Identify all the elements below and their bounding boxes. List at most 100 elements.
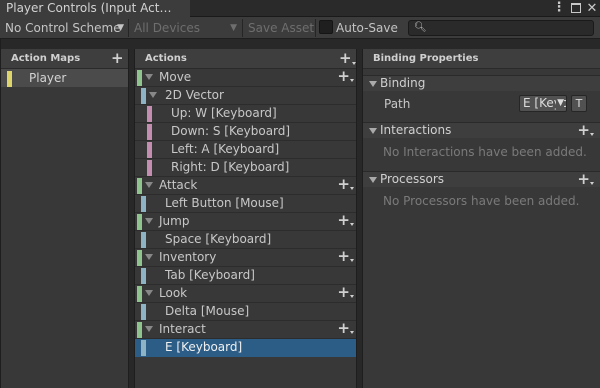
chevron-down-icon: ▼ xyxy=(230,23,237,33)
text-mode-button[interactable]: T xyxy=(571,95,587,112)
foldout-arrow-icon[interactable] xyxy=(149,92,157,98)
foldout-arrow-icon xyxy=(369,177,377,183)
add-binding-button[interactable]: + xyxy=(337,284,354,300)
add-binding-button[interactable]: + xyxy=(337,248,354,264)
actions-header: Actions + xyxy=(135,49,356,69)
row-color-bar xyxy=(147,124,152,140)
devices-dropdown[interactable]: All Devices ▼ xyxy=(129,18,241,38)
action-row[interactable]: Jump + xyxy=(135,212,356,231)
row-color-bar xyxy=(147,106,152,122)
devices-label: All Devices xyxy=(134,21,200,35)
binding-section-header[interactable]: Binding xyxy=(363,75,600,91)
add-binding-button[interactable]: + xyxy=(337,320,354,336)
row-label: Interact xyxy=(159,322,206,336)
add-action-button[interactable]: + xyxy=(339,50,356,66)
foldout-arrow-icon[interactable] xyxy=(145,182,153,188)
processors-empty-message: No Processors have been added. xyxy=(383,194,580,208)
chevron-down-icon: ▼ xyxy=(117,23,124,33)
foldout-arrow-icon[interactable] xyxy=(145,254,153,260)
row-label: Inventory xyxy=(159,250,217,264)
binding-row[interactable]: Left Button [Mouse] xyxy=(135,195,356,213)
toolbar: No Control Scheme ▼ All Devices ▼ Save A… xyxy=(0,17,600,39)
row-color-bar xyxy=(141,196,146,212)
control-scheme-dropdown[interactable]: No Control Scheme ▼ xyxy=(0,18,128,38)
binding-row[interactable]: E [Keyboard] xyxy=(135,339,356,357)
search-input[interactable]: 🔍︎ xyxy=(408,20,594,36)
row-label: 2D Vector xyxy=(165,88,224,102)
action-row[interactable]: Inventory + xyxy=(135,248,356,267)
action-map-color-bar xyxy=(7,71,12,87)
row-label: Down: S [Keyboard] xyxy=(171,124,291,138)
processors-section-header[interactable]: Processors + xyxy=(363,171,600,187)
window-titlebar: Player Controls (Input Act… ⋮ ✕ xyxy=(0,0,600,17)
row-label: Tab [Keyboard] xyxy=(165,268,255,282)
composite-part-row[interactable]: Left: A [Keyboard] xyxy=(135,141,356,159)
interactions-section-header[interactable]: Interactions + xyxy=(363,122,600,138)
control-scheme-label: No Control Scheme xyxy=(5,21,121,35)
row-label: Right: D [Keyboard] xyxy=(171,160,290,174)
row-label: Space [Keyboard] xyxy=(165,232,272,246)
row-label: Delta [Mouse] xyxy=(165,304,250,318)
row-label: Left Button [Mouse] xyxy=(165,196,284,210)
action-maps-header: Action Maps + xyxy=(1,49,128,69)
row-color-bar xyxy=(147,160,152,176)
binding-properties-header: Binding Properties xyxy=(363,49,600,69)
interactions-empty-message: No Interactions have been added. xyxy=(383,145,587,159)
composite-part-row[interactable]: Down: S [Keyboard] xyxy=(135,123,356,141)
more-options-icon[interactable]: ⋮ xyxy=(552,0,566,17)
path-dropdown[interactable]: E [Keyboard] ▼ xyxy=(519,95,567,112)
row-color-bar xyxy=(141,232,146,248)
foldout-arrow-icon[interactable] xyxy=(145,290,153,296)
toolbar-divider xyxy=(315,19,316,37)
actions-panel: Actions + Move +2D Vector Up: W [Keyboard]… xyxy=(134,49,357,388)
action-maps-title: Action Maps xyxy=(11,53,81,64)
add-binding-button[interactable]: + xyxy=(337,176,354,192)
row-color-bar xyxy=(137,178,142,194)
add-interaction-button[interactable]: + xyxy=(577,122,594,138)
binding-row[interactable]: Space [Keyboard] xyxy=(135,231,356,249)
actions-title: Actions xyxy=(145,53,187,64)
composite-part-row[interactable]: Right: D [Keyboard] xyxy=(135,159,356,177)
auto-save-label: Auto-Save xyxy=(336,21,398,35)
row-color-bar xyxy=(137,70,142,86)
row-color-bar xyxy=(137,286,142,302)
action-row[interactable]: Move + xyxy=(135,68,356,87)
action-map-label: Player xyxy=(29,71,67,85)
row-label: Look xyxy=(159,286,188,300)
add-processor-button[interactable]: + xyxy=(577,171,594,187)
binding-properties-title: Binding Properties xyxy=(373,53,479,64)
interactions-section-label: Interactions xyxy=(380,123,452,137)
binding-properties-panel: Binding Properties Binding Path E [Keybo… xyxy=(362,49,600,388)
maximize-icon[interactable] xyxy=(571,3,581,13)
action-map-item-player[interactable]: Player xyxy=(1,69,128,87)
action-row[interactable]: Attack + xyxy=(135,176,356,195)
add-binding-button[interactable]: + xyxy=(337,212,354,228)
action-row[interactable]: Interact + xyxy=(135,320,356,339)
foldout-arrow-icon xyxy=(369,81,377,87)
binding-row[interactable]: Tab [Keyboard] xyxy=(135,267,356,285)
save-asset-button[interactable]: Save Asset xyxy=(243,18,315,38)
binding-section-label: Binding xyxy=(380,76,426,90)
window-tab[interactable]: Player Controls (Input Act… xyxy=(0,0,190,17)
search-icon: 🔍︎ xyxy=(414,22,427,33)
composite-binding-row[interactable]: 2D Vector xyxy=(135,87,356,105)
foldout-arrow-icon[interactable] xyxy=(145,74,153,80)
add-binding-button[interactable]: + xyxy=(337,68,354,84)
action-maps-panel: Action Maps + Player xyxy=(1,49,129,388)
row-label: E [Keyboard] xyxy=(165,340,243,354)
binding-row[interactable]: Delta [Mouse] xyxy=(135,303,356,321)
foldout-arrow-icon[interactable] xyxy=(145,326,153,332)
foldout-arrow-icon xyxy=(369,128,377,134)
action-row[interactable]: Look + xyxy=(135,284,356,303)
row-label: Move xyxy=(159,70,192,84)
row-color-bar xyxy=(141,268,146,284)
row-label: Jump xyxy=(159,214,190,228)
row-color-bar xyxy=(137,322,142,338)
row-color-bar xyxy=(141,304,146,320)
composite-part-row[interactable]: Up: W [Keyboard] xyxy=(135,105,356,123)
close-icon[interactable]: ✕ xyxy=(585,0,599,17)
row-color-bar xyxy=(137,214,142,230)
add-action-map-button[interactable]: + xyxy=(111,50,124,66)
foldout-arrow-icon[interactable] xyxy=(145,218,153,224)
row-color-bar xyxy=(141,88,146,104)
